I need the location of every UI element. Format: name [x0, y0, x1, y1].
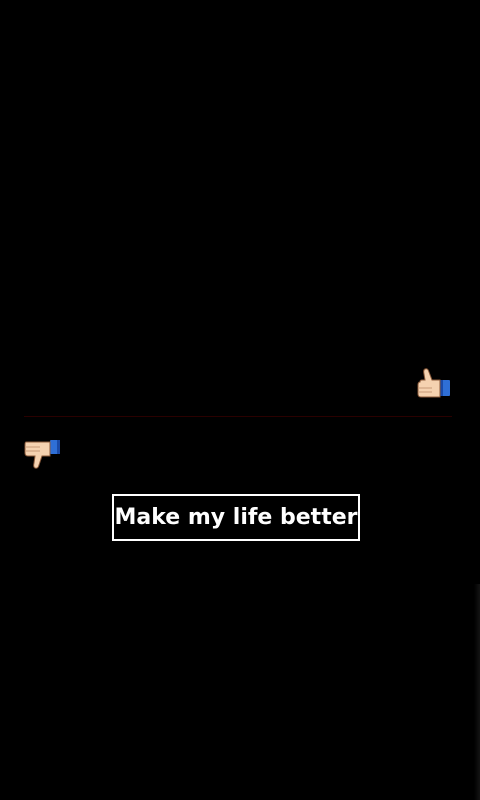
- thumbs-up-graphic: [417, 368, 450, 398]
- scrollbar-track: [474, 584, 480, 800]
- app-screen: Make my life better: [0, 0, 480, 800]
- thumbs-up-icon[interactable]: [412, 362, 452, 402]
- make-life-better-button[interactable]: Make my life better: [112, 494, 360, 541]
- thumbs-down-icon[interactable]: [22, 434, 62, 474]
- divider-line: [24, 416, 452, 417]
- thumbs-down-graphic: [24, 440, 60, 469]
